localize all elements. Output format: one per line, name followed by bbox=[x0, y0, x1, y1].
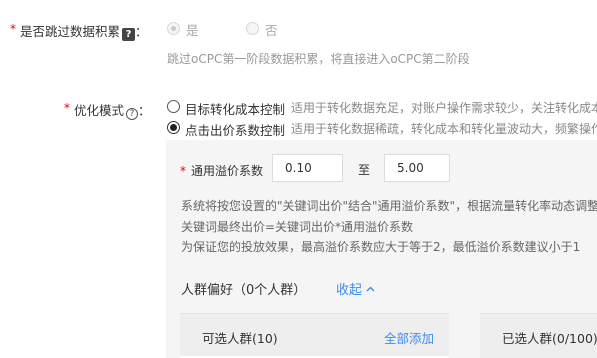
bid-coefficient-panel: * 通用溢价系数 0.10 至 5.00 系统将按您设置的"关键词出价"结合"通… bbox=[166, 140, 597, 358]
required-mark: * bbox=[180, 164, 186, 178]
premium-note: 为保证您的投放效果，最高溢价系数应大于等于2，最低溢价系数建议小于1 bbox=[181, 240, 581, 254]
available-audience-box: 可选人群(10) 全部添加 bbox=[180, 313, 449, 358]
mode-target-cost-radio[interactable] bbox=[167, 100, 180, 113]
required-mark: * bbox=[64, 101, 70, 115]
selected-audience-title: 已选人群(0/100) bbox=[502, 331, 597, 346]
mode-bid-coefficient-label: 点击出价系数控制 bbox=[185, 123, 286, 138]
required-mark: * bbox=[10, 22, 16, 36]
premium-max-input[interactable]: 5.00 bbox=[384, 154, 450, 182]
skip-no-label: 否 bbox=[265, 23, 278, 38]
range-separator: 至 bbox=[358, 163, 371, 177]
audience-title: 人群偏好（0个人群） bbox=[181, 283, 307, 298]
skip-accumulation-label: 是否跳过数据积累?： bbox=[20, 24, 148, 41]
question-icon[interactable]: ? bbox=[122, 28, 136, 41]
available-audience-title: 可选人群(10) bbox=[202, 331, 278, 346]
skip-no-radio[interactable] bbox=[246, 22, 259, 35]
question-circle-icon[interactable]: ? bbox=[126, 108, 139, 120]
add-all-button[interactable]: 全部添加 bbox=[384, 328, 434, 347]
mode-bid-coefficient-radio[interactable] bbox=[167, 121, 180, 134]
selected-audience-box: 已选人群(0/100) bbox=[480, 313, 597, 358]
mode-bid-coefficient-desc: 适用于转化数据稀疏，转化成本和转化量波动大，频繁操作 bbox=[291, 122, 597, 136]
premium-note: 关键词最终出价=关键词出价*通用溢价系数 bbox=[181, 220, 414, 234]
collapse-link[interactable]: 收起 bbox=[336, 279, 375, 298]
premium-min-input[interactable]: 0.10 bbox=[272, 154, 343, 182]
skip-accumulation-description: 跳过oCPC第一阶段数据积累，将直接进入oCPC第二阶段 bbox=[167, 52, 470, 66]
optimize-mode-label: 优化模式?： bbox=[74, 103, 151, 120]
premium-label: 通用溢价系数 bbox=[191, 164, 264, 178]
skip-yes-label: 是 bbox=[186, 23, 199, 38]
skip-yes-radio[interactable] bbox=[167, 22, 180, 35]
chevron-up-icon bbox=[366, 286, 375, 292]
mode-target-cost-label: 目标转化成本控制 bbox=[185, 102, 286, 117]
premium-note: 系统将按您设置的"关键词出价"结合"通用溢价系数"，根据流量转化率动态调整出价 bbox=[181, 199, 597, 213]
mode-target-cost-desc: 适用于转化数据充足，对账户操作需求较少，关注转化成本 bbox=[291, 101, 597, 115]
